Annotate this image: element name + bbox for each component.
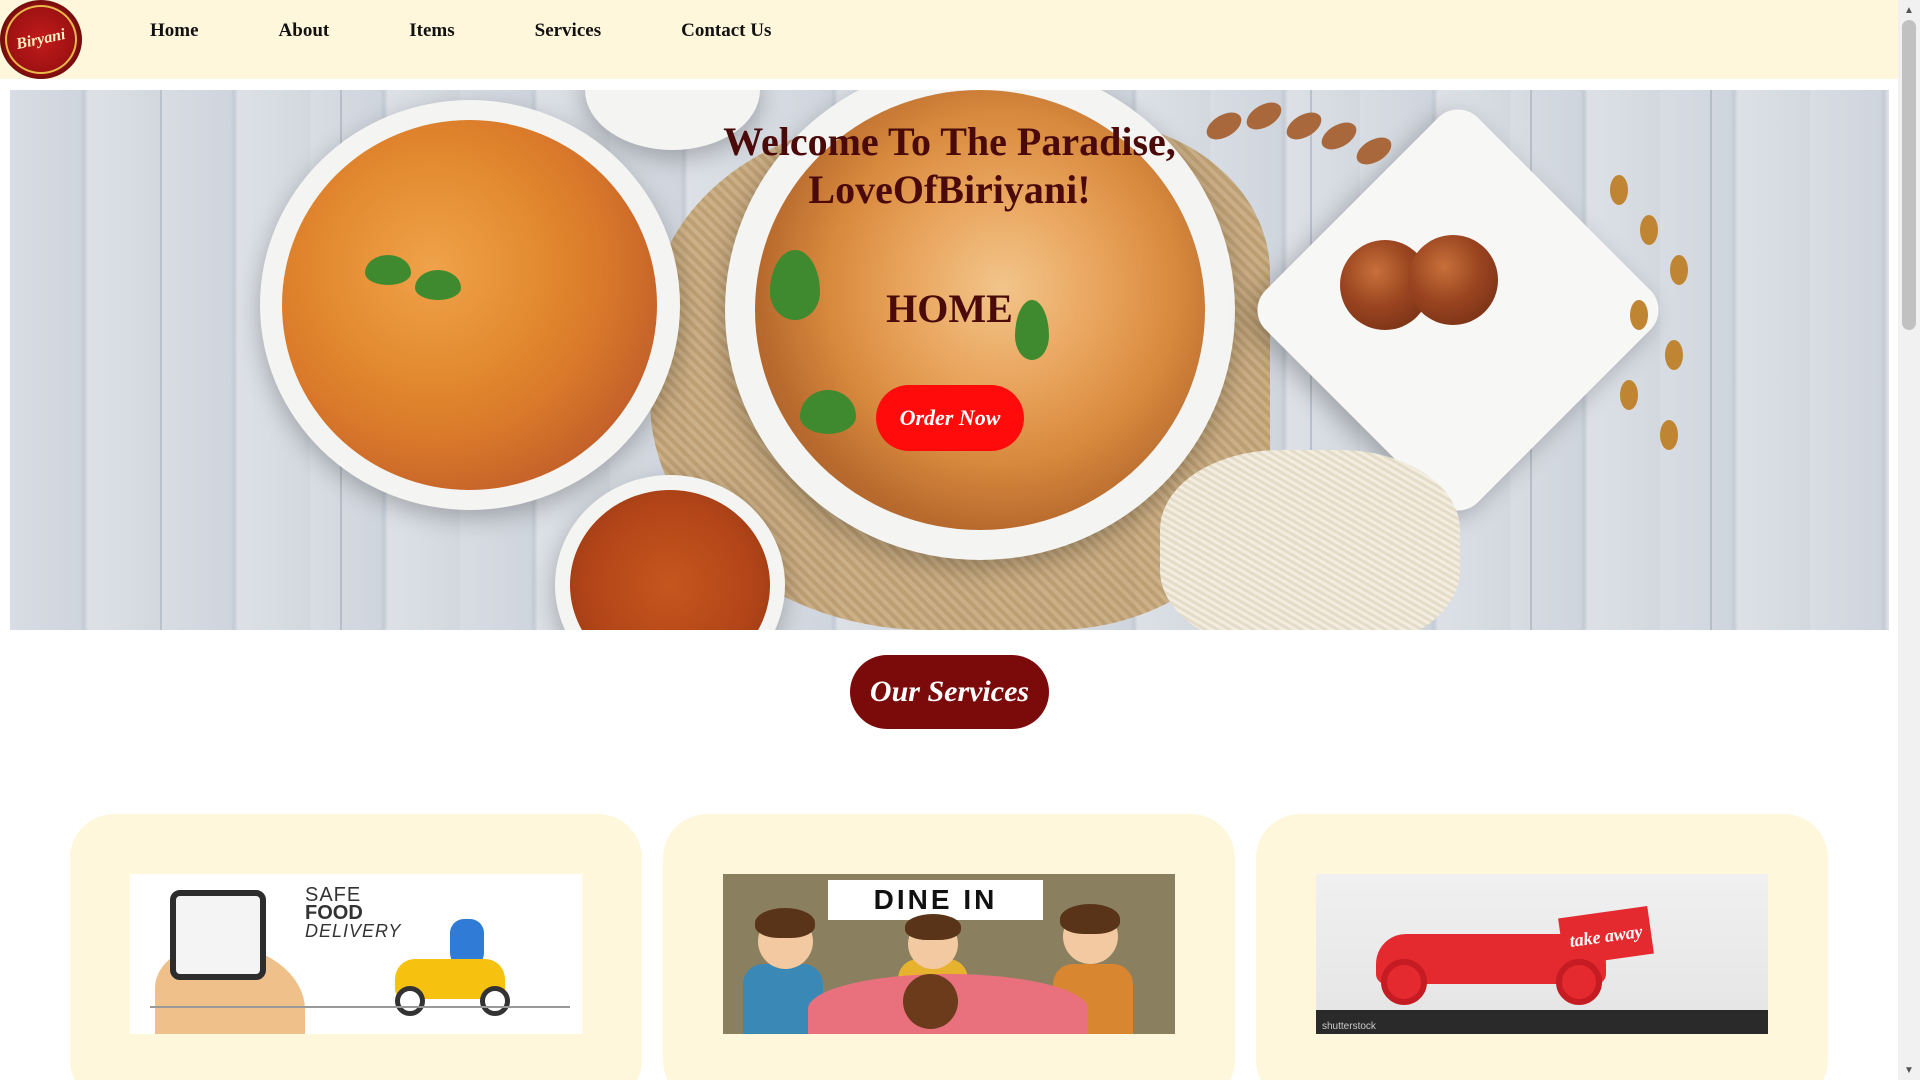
- person-hair: [905, 914, 961, 940]
- main-nav: Home About Items Services Contact Us: [150, 20, 771, 42]
- wheel: [480, 986, 510, 1016]
- service-card-take-away[interactable]: take away shutterstock: [1256, 814, 1828, 1080]
- raisin: [1660, 420, 1678, 450]
- services-heading: Our Services: [850, 655, 1049, 729]
- raisin: [1640, 215, 1658, 245]
- navbar: Biryani Home About Items Services Contac…: [0, 0, 1898, 79]
- person-head-back: [903, 974, 958, 1029]
- page-scrollbar[interactable]: ▲ ▼: [1898, 0, 1920, 1080]
- service-card-dine-in[interactable]: DINE IN: [663, 814, 1235, 1080]
- nav-items-link[interactable]: Items: [409, 20, 454, 42]
- mint-leaf: [800, 390, 856, 434]
- wheel: [1556, 959, 1602, 1005]
- service-card-delivery[interactable]: SAFE FOOD DELIVERY: [70, 814, 642, 1080]
- scroll-up-icon[interactable]: ▲: [1898, 0, 1920, 20]
- delivery-text-line2: FOOD: [305, 902, 363, 924]
- delivery-text-line3: DELIVERY: [305, 921, 402, 941]
- watermark: shutterstock: [1322, 1021, 1376, 1032]
- mint-leaf: [365, 255, 411, 285]
- nav-about-link[interactable]: About: [279, 20, 330, 42]
- raisin: [1670, 255, 1688, 285]
- scroll-down-icon[interactable]: ▼: [1898, 1060, 1920, 1080]
- hero-banner: Welcome To The Paradise, LoveOfBiriyani!…: [10, 90, 1889, 630]
- hero-title-line2: LoveOfBiriyani!: [808, 167, 1091, 212]
- nav-home-link[interactable]: Home: [150, 20, 199, 42]
- delivery-image-text: SAFE FOOD DELIVERY: [305, 885, 402, 941]
- person-hair: [755, 908, 815, 938]
- order-now-button[interactable]: Order Now: [876, 385, 1024, 451]
- phone-icon: [170, 890, 266, 980]
- raw-rice: [1160, 450, 1460, 630]
- raisin: [1665, 340, 1683, 370]
- road: [150, 1006, 570, 1008]
- hero-title-line1: Welcome To The Paradise,: [723, 119, 1176, 164]
- raisin: [1620, 380, 1638, 410]
- delivery-image: SAFE FOOD DELIVERY: [130, 874, 582, 1034]
- dine-in-image: DINE IN: [723, 874, 1175, 1034]
- logo[interactable]: Biryani: [0, 0, 82, 79]
- hero-title: Welcome To The Paradise, LoveOfBiriyani!: [10, 118, 1889, 214]
- scroll-thumb[interactable]: [1902, 20, 1916, 330]
- wheel: [395, 986, 425, 1016]
- nav-contact-link[interactable]: Contact Us: [681, 20, 771, 42]
- person-hair: [1060, 904, 1120, 934]
- hero-subtitle: HOME: [886, 286, 1013, 331]
- nav-services-link[interactable]: Services: [535, 20, 601, 42]
- take-away-image: take away shutterstock: [1316, 874, 1768, 1034]
- take-away-box: take away: [1558, 905, 1654, 967]
- wheel: [1381, 959, 1427, 1005]
